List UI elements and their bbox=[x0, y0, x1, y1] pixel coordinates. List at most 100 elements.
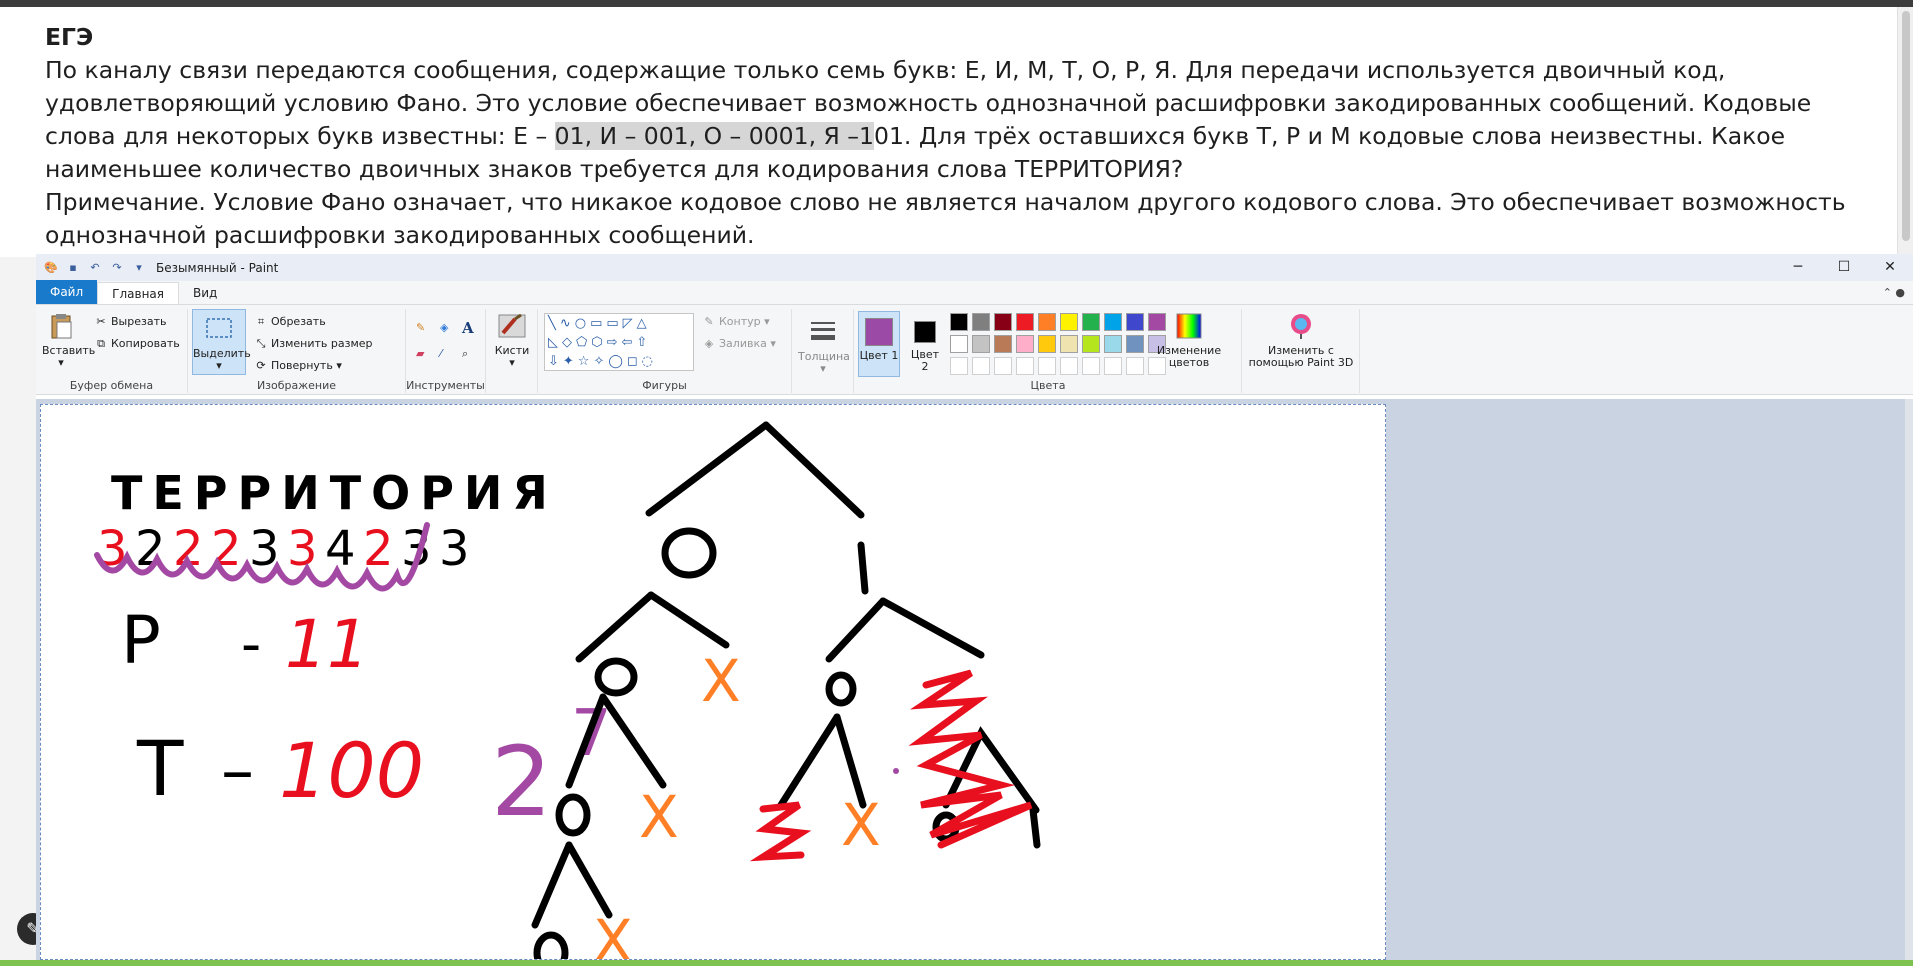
document-scrollbar[interactable] bbox=[1897, 7, 1913, 257]
palette-swatch[interactable] bbox=[1126, 313, 1144, 331]
select-button[interactable]: Выделить ▾ bbox=[192, 309, 251, 375]
group-size: Толщина ▾ bbox=[792, 309, 854, 393]
cross-mark: X bbox=[639, 783, 679, 851]
group-image: Выделить ▾ ⌗ Обрезать ⤡ Изменить размер ⟳ По… bbox=[188, 309, 406, 393]
tree-edge bbox=[599, 693, 667, 789]
palette-swatch-empty[interactable] bbox=[1082, 357, 1100, 375]
rotate-button[interactable]: ⟳ Повернуть ▾ bbox=[254, 359, 341, 372]
palette-swatch[interactable] bbox=[1016, 335, 1034, 353]
tab-home[interactable]: Главная bbox=[97, 282, 179, 304]
shapes-gallery[interactable]: ╲∿○▭▭◸△ ◺◇⬠⬡⇨⇦⇧ ⇩✦☆✧◯◻◌ bbox=[544, 313, 694, 371]
close-button[interactable]: ✕ bbox=[1867, 254, 1913, 281]
document-text: ЕГЭ По каналу связи передаются сообщения… bbox=[45, 21, 1865, 252]
line-thickness-icon bbox=[811, 322, 835, 340]
cross-mark: X bbox=[841, 791, 881, 859]
select-rectangle-icon bbox=[206, 318, 232, 338]
pencil-icon[interactable]: ✎ bbox=[416, 321, 425, 334]
paste-button[interactable]: Вставить ▾ bbox=[42, 311, 95, 369]
color1-swatch bbox=[865, 318, 893, 346]
shapes-group-label: Фигуры bbox=[642, 379, 687, 392]
palette-swatch[interactable] bbox=[994, 313, 1012, 331]
outline-button[interactable]: ✎ Контур ▾ bbox=[702, 315, 769, 328]
palette-swatch[interactable] bbox=[950, 313, 968, 331]
palette-swatch-empty[interactable] bbox=[1038, 357, 1056, 375]
palette-swatch[interactable] bbox=[1082, 335, 1100, 353]
fill-button[interactable]: ◈ Заливка ▾ bbox=[702, 337, 776, 350]
palette-swatch[interactable] bbox=[1082, 313, 1100, 331]
palette-swatch-empty[interactable] bbox=[1060, 357, 1078, 375]
palette-swatch-empty[interactable] bbox=[1104, 357, 1122, 375]
palette-swatch[interactable] bbox=[950, 335, 968, 353]
crop-button[interactable]: ⌗ Обрезать bbox=[254, 315, 326, 329]
canvas-scrollbar[interactable] bbox=[1905, 399, 1913, 960]
minimize-button[interactable]: ─ bbox=[1775, 254, 1821, 281]
drawing-canvas[interactable]: ТЕРРИТОРИЯ 3222334233 Р - 11 Т – 100 2 7 bbox=[40, 404, 1386, 960]
edit-colors-button[interactable]: Изменение цветов bbox=[1154, 311, 1224, 369]
tree-edge bbox=[645, 421, 770, 517]
palette-swatch[interactable] bbox=[994, 335, 1012, 353]
tab-view[interactable]: Вид bbox=[179, 282, 231, 304]
ribbon-collapse-icon[interactable]: ⌃ ● bbox=[1883, 282, 1905, 304]
group-brushes: Кисти ▾ bbox=[486, 309, 538, 393]
color-picker-icon[interactable]: ⁄ bbox=[440, 347, 442, 360]
r-letter: Р bbox=[121, 602, 161, 679]
copy-button[interactable]: ⧉ Копировать bbox=[94, 337, 180, 351]
tree-edge bbox=[762, 421, 865, 519]
group-clipboard: Вставить ▾ ✂ Вырезать ⧉ Копировать Буфер об… bbox=[36, 309, 188, 393]
clipboard-group-label: Буфер обмена bbox=[69, 379, 154, 392]
letter-count: 3 bbox=[287, 521, 318, 577]
tree-edge bbox=[825, 597, 887, 663]
palette-swatch[interactable] bbox=[1104, 335, 1122, 353]
magnifier-icon[interactable]: ⌕ bbox=[462, 347, 468, 361]
color1-button[interactable]: Цвет 1 bbox=[858, 311, 900, 377]
word-text: ТЕРРИТОРИЯ bbox=[111, 466, 558, 520]
paint3d-icon bbox=[1291, 314, 1311, 339]
letter-count: 3 bbox=[439, 521, 470, 577]
eraser-icon[interactable]: ▰ bbox=[416, 347, 424, 360]
scroll-thumb[interactable] bbox=[1902, 11, 1910, 241]
crop-icon: ⌗ bbox=[257, 315, 265, 328]
tree-node-000 bbox=[555, 793, 591, 837]
palette-swatch[interactable] bbox=[1104, 313, 1122, 331]
maximize-button[interactable]: ☐ bbox=[1821, 254, 1867, 281]
orange-crosses: X X X X bbox=[593, 647, 881, 959]
top-strip bbox=[0, 0, 1913, 7]
color2-button[interactable]: Цвет 2 bbox=[906, 311, 944, 377]
palette-swatch-empty[interactable] bbox=[1126, 357, 1144, 375]
color-spectrum-icon bbox=[1176, 313, 1202, 339]
palette-swatch-empty[interactable] bbox=[994, 357, 1012, 375]
paint3d-button[interactable]: Изменить с помощью Paint 3D bbox=[1246, 311, 1356, 369]
size-button[interactable]: Толщина ▾ bbox=[798, 317, 850, 375]
text-tool-icon[interactable]: A bbox=[462, 319, 474, 337]
palette-swatch[interactable] bbox=[1060, 335, 1078, 353]
palette-swatch[interactable] bbox=[1038, 313, 1056, 331]
customize-toolbar-icon[interactable]: ▾ bbox=[132, 261, 146, 275]
fill-bucket-icon[interactable]: ◈ bbox=[440, 321, 448, 334]
palette-swatch[interactable] bbox=[1016, 313, 1034, 331]
redo-icon[interactable]: ↷ bbox=[110, 261, 124, 275]
tab-file[interactable]: Файл bbox=[36, 280, 98, 304]
palette-swatch[interactable] bbox=[972, 313, 990, 331]
t-letter: Т bbox=[136, 724, 184, 813]
palette-swatch[interactable] bbox=[1060, 313, 1078, 331]
palette-swatch-empty[interactable] bbox=[972, 357, 990, 375]
palette-swatch[interactable] bbox=[972, 335, 990, 353]
cross-mark: X bbox=[701, 647, 741, 715]
group-shapes: ╲∿○▭▭◸△ ◺◇⬠⬡⇨⇦⇧ ⇩✦☆✧◯◻◌ ✎ Контур ▾ ◈ Заливка… bbox=[538, 309, 792, 393]
undo-icon[interactable]: ↶ bbox=[88, 261, 102, 275]
resize-button[interactable]: ⤡ Изменить размер bbox=[254, 337, 373, 351]
tree-edge bbox=[777, 713, 841, 809]
palette-swatch-empty[interactable] bbox=[1016, 357, 1034, 375]
rotate-icon: ⟳ bbox=[256, 359, 266, 372]
palette-swatch[interactable] bbox=[1126, 335, 1144, 353]
brushes-button[interactable]: Кисти ▾ bbox=[490, 311, 534, 369]
save-icon[interactable]: ▪ bbox=[66, 261, 80, 275]
group-paint3d: Изменить с помощью Paint 3D Цвета bbox=[1031, 309, 1360, 393]
selected-text[interactable]: 01, И – 001, О – 0001, Я –1 bbox=[554, 122, 875, 150]
palette-swatch-empty[interactable] bbox=[950, 357, 968, 375]
ribbon: Вставить ▾ ✂ Вырезать ⧉ Копировать Буфер об… bbox=[36, 305, 1913, 395]
palette-swatch[interactable] bbox=[1038, 335, 1056, 353]
resize-icon: ⤡ bbox=[256, 337, 266, 350]
drawing-svg: ТЕРРИТОРИЯ 3222334233 Р - 11 Т – 100 2 7 bbox=[94, 421, 1041, 959]
cut-button[interactable]: ✂ Вырезать bbox=[94, 315, 166, 328]
